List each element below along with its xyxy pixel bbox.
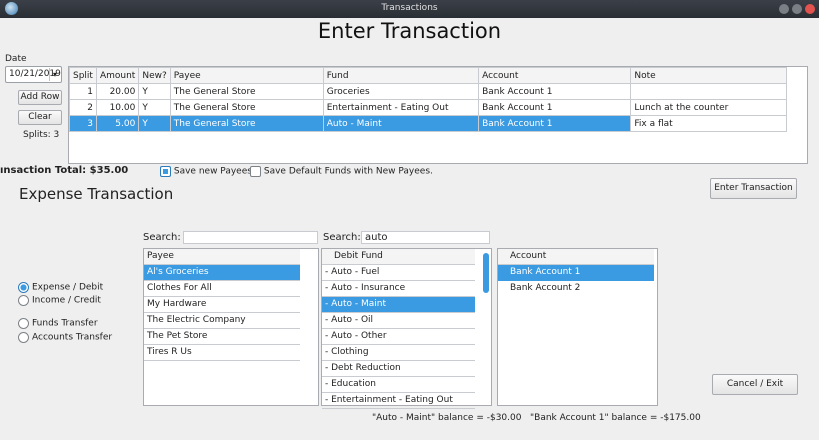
radio-icon[interactable] [18,295,29,306]
table-cell[interactable] [630,83,787,100]
table-cell[interactable]: Entertainment - Eating Out [322,99,480,116]
list-item[interactable]: Bank Account 2 [498,281,654,297]
radio-icon[interactable] [18,282,29,293]
table-cell[interactable]: The General Store [169,83,324,100]
table-cell[interactable]: Auto - Maint [322,115,480,132]
table-cell[interactable]: 3 [69,115,97,132]
table-cell[interactable]: 5.00 [95,115,140,132]
payee-list-header: Payee [144,249,300,265]
table-cell[interactable]: Y [138,83,171,100]
list-item[interactable]: - Education [322,377,475,393]
chevron-down-icon[interactable]: ▾ [49,68,60,81]
table-cell[interactable]: Bank Account 1 [478,115,632,132]
date-label: Date [5,54,27,64]
account-list[interactable]: Account Bank Account 1 Bank Account 2 [497,248,658,406]
page-title: Enter Transaction [317,19,502,43]
clear-button[interactable]: Clear [18,110,62,125]
list-item[interactable]: - Auto - Fuel [322,265,475,281]
table-cell[interactable]: Y [138,115,171,132]
list-item[interactable]: My Hardware [144,297,300,313]
checkbox-icon[interactable] [160,166,171,177]
radio-label: Funds Transfer [32,318,98,329]
table-cell[interactable]: Y [138,99,171,116]
window-title: Transactions [381,3,438,13]
account-list-header: Account [498,249,654,265]
radio-icon[interactable] [18,332,29,343]
date-picker[interactable]: 10/21/2019 ▾ [5,66,62,83]
column-header[interactable]: Note [630,67,787,84]
fund-balance: "Auto - Maint" balance = -$30.00 [372,413,522,423]
radio-icon[interactable] [18,318,29,329]
list-item[interactable]: The Pet Store [144,329,300,345]
save-default-funds-label: Save Default Funds with New Payees. [263,166,433,177]
payee-search-label: Search: [143,232,181,243]
table-cell[interactable]: The General Store [169,115,324,132]
table-cell[interactable]: Bank Account 1 [478,99,632,116]
table-cell[interactable]: 2 [69,99,97,116]
transaction-total: ınsaction Total: $35.00 [0,165,129,176]
splits-table[interactable]: Split Amount New? Payee Fund Account Note 1 20.… [68,66,808,164]
minimize-icon[interactable] [779,4,789,14]
fund-search-input[interactable]: auto [361,231,490,244]
payee-list[interactable]: Payee Al's Groceries Clothes For All My Har… [143,248,319,406]
save-new-payees-checkbox[interactable]: Save new Payees. [160,166,255,177]
column-header[interactable]: Fund [322,67,480,84]
section-title: Expense Transaction [19,185,174,203]
fund-list-header: Debit Fund [322,249,475,265]
radio-expense-debit[interactable]: Expense / Debit [18,282,103,293]
list-item[interactable]: - Entertainment - Eating Out [322,393,475,409]
fund-search-label: Search: [323,232,361,243]
radio-label: Expense / Debit [32,282,104,293]
radio-label: Accounts Transfer [32,332,113,343]
payee-search-input[interactable] [183,231,318,244]
save-new-payees-label: Save new Payees. [173,166,255,177]
table-row[interactable]: 2 10.00 Y The General Store Entertainment - … [69,99,787,116]
radio-accounts-transfer[interactable]: Accounts Transfer [18,332,112,343]
radio-label: Income / Credit [32,295,101,306]
list-item[interactable]: - Auto - Maint [322,297,475,313]
column-header[interactable]: Payee [169,67,324,84]
close-icon[interactable] [805,4,815,14]
list-item[interactable]: - Auto - Insurance [322,281,475,297]
table-row[interactable]: 3 5.00 Y The General Store Auto - Maint Bank … [69,115,787,132]
add-row-button[interactable]: Add Row [18,90,62,105]
list-item[interactable]: - Debt Reduction [322,361,475,377]
column-header[interactable]: Amount [95,67,140,84]
fund-list-scrollbar[interactable] [483,251,489,403]
save-default-funds-checkbox[interactable]: Save Default Funds with New Payees. [250,166,433,177]
maximize-icon[interactable] [792,4,802,14]
table-cell[interactable]: 1 [69,83,97,100]
account-balance: "Bank Account 1" balance = -$175.00 [530,413,701,423]
radio-income-credit[interactable]: Income / Credit [18,295,101,306]
column-header[interactable]: Account [478,67,632,84]
table-row[interactable]: 1 20.00 Y The General Store Groceries Bank Ac… [69,83,787,100]
list-item[interactable]: Bank Account 1 [498,265,654,281]
list-item[interactable]: - Auto - Oil [322,313,475,329]
column-header[interactable]: Split [69,67,97,84]
list-item[interactable]: Tires R Us [144,345,300,361]
fund-list[interactable]: Debit Fund - Auto - Fuel - Auto - Insuranc… [321,248,492,409]
list-item[interactable]: Al's Groceries [144,265,300,281]
table-cell[interactable]: Lunch at the counter [630,99,787,116]
list-item[interactable]: - Auto - Other [322,329,475,345]
radio-funds-transfer[interactable]: Funds Transfer [18,318,98,329]
list-item[interactable]: - Clothing [322,345,475,361]
list-item[interactable]: Clothes For All [144,281,300,297]
column-header[interactable]: New? [138,67,171,84]
splits-count: Splits: 3 [23,130,60,140]
cancel-exit-button[interactable]: Cancel / Exit [712,374,798,395]
table-cell[interactable]: Bank Account 1 [478,83,632,100]
table-cell[interactable]: The General Store [169,99,324,116]
enter-transaction-button[interactable]: Enter Transaction [710,178,797,199]
table-cell[interactable]: 20.00 [95,83,140,100]
table-cell[interactable]: 10.00 [95,99,140,116]
list-item[interactable]: The Electric Company [144,313,300,329]
table-cell[interactable]: Groceries [322,83,480,100]
scrollbar-thumb[interactable] [483,253,489,293]
checkbox-icon[interactable] [250,166,261,177]
window-titlebar: Transactions [0,0,819,18]
table-cell[interactable]: Fix a flat [630,115,787,132]
